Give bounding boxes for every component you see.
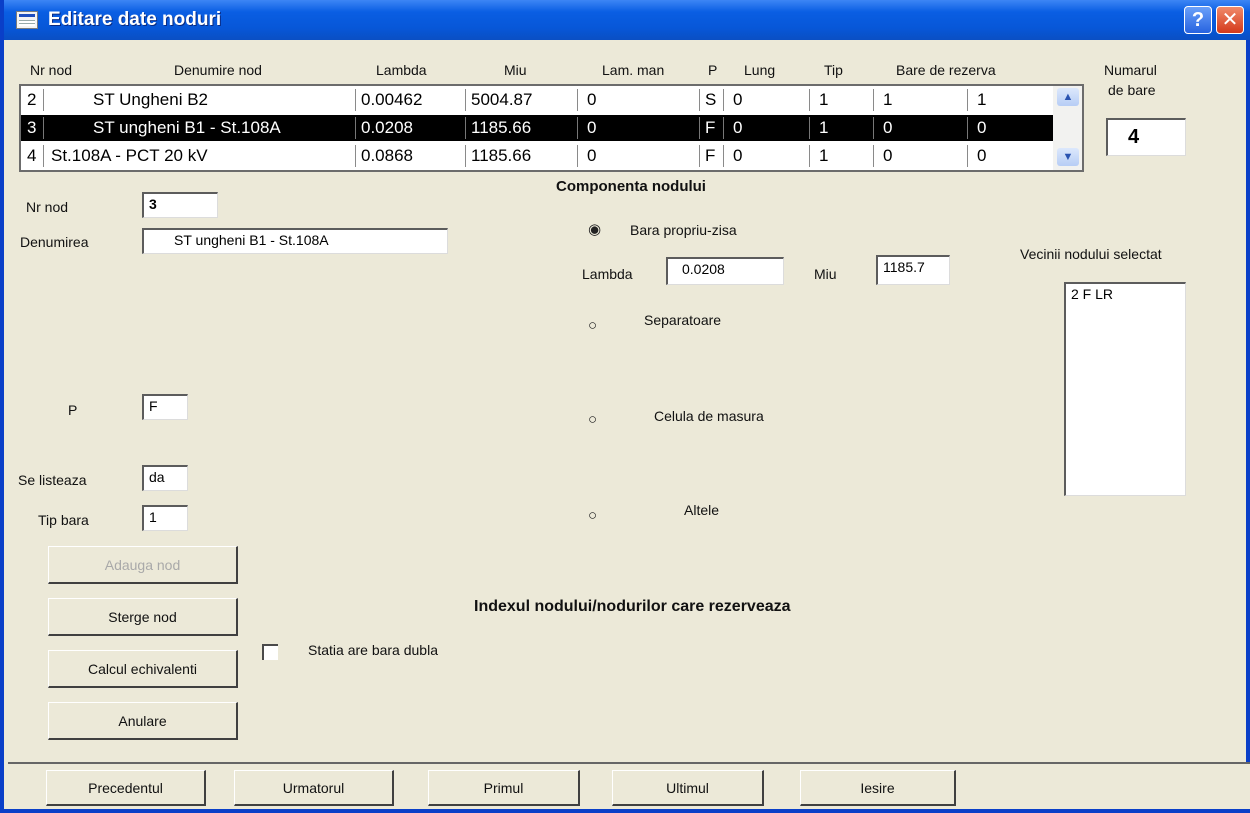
cell-p: F: [705, 146, 716, 165]
lambda-label: Lambda: [582, 266, 633, 282]
radio-label-bara-propriu-zisa: Bara propriu-zisa: [630, 222, 737, 238]
header-denumire-nod: Denumire nod: [174, 62, 262, 78]
cell-p: F: [705, 118, 716, 137]
iesire-button[interactable]: Iesire: [800, 770, 956, 806]
cell-tip: 1: [819, 146, 829, 165]
cell-bara-rezerva-1: 0: [883, 146, 893, 165]
denumirea-label: Denumirea: [20, 234, 89, 250]
header-lam-man: Lam. man: [602, 62, 665, 78]
radio-altele[interactable]: ○: [588, 508, 604, 524]
cell-name: ST Ungheni B2: [93, 90, 208, 109]
title-bar[interactable]: Editare date noduri ? ✕: [4, 0, 1250, 40]
cell-p: S: [705, 90, 717, 109]
nr-nod-label: Nr nod: [26, 199, 69, 215]
radio-label-celula-de-masura: Celula de masura: [654, 408, 764, 424]
radio-separatoare[interactable]: ○: [588, 318, 604, 334]
cell-miu: 1185.66: [471, 146, 532, 165]
numar-bare-label-2: de bare: [1108, 82, 1156, 98]
cell-nr: 3: [27, 118, 37, 137]
anulare-button[interactable]: Anulare: [48, 702, 238, 740]
primul-button[interactable]: Primul: [428, 770, 580, 806]
numar-bare-field[interactable]: 4: [1106, 118, 1186, 156]
cell-lung: 0: [733, 90, 743, 109]
numar-bare-label-1: Numarul: [1104, 62, 1157, 78]
se-listeaza-field[interactable]: da: [142, 465, 188, 491]
edit-nodes-window: Editare date noduri ? ✕ Nr nod Denumire …: [0, 0, 1250, 813]
cell-name: ST ungheni B1 - St.108A: [93, 118, 281, 137]
p-label: P: [68, 402, 78, 418]
chevron-up-icon: ▲: [1062, 91, 1074, 103]
cell-tip: 1: [819, 90, 829, 109]
cell-lam-man: 0: [587, 118, 597, 137]
header-tip: Tip: [824, 62, 843, 78]
cell-lam-man: 0: [587, 146, 597, 165]
table-row[interactable]: 2 ST Ungheni B2 0.00462 5004.87 0 S 0 1 …: [21, 87, 1053, 113]
cell-bara-rezerva-2: 0: [977, 146, 987, 165]
cell-bara-rezerva-2: 1: [977, 90, 987, 109]
list-item[interactable]: 2 F LR: [1071, 286, 1180, 302]
cell-lambda: 0.0208: [361, 118, 413, 137]
scroll-down-button[interactable]: ▼: [1057, 148, 1079, 166]
cell-lambda: 0.0868: [361, 146, 413, 165]
cell-lam-man: 0: [587, 90, 597, 109]
header-lambda: Lambda: [376, 62, 427, 78]
radio-celula-de-masura[interactable]: ○: [588, 412, 604, 428]
nr-nod-field[interactable]: 3: [142, 192, 218, 218]
cell-bara-rezerva-1: 0: [883, 118, 893, 137]
help-button[interactable]: ?: [1184, 6, 1212, 34]
grid-scrollbar[interactable]: ▲ ▼: [1053, 86, 1082, 170]
calcul-echivalenti-button[interactable]: Calcul echivalenti: [48, 650, 238, 688]
statia-dubla-checkbox[interactable]: [262, 644, 278, 660]
cell-nr: 4: [27, 146, 37, 165]
chevron-down-icon: ▼: [1062, 151, 1074, 163]
componenta-title: Componenta nodului: [556, 178, 706, 195]
cell-miu: 5004.87: [471, 90, 533, 109]
radio-label-altele: Altele: [684, 502, 720, 518]
close-icon: ✕: [1221, 9, 1239, 31]
ultimul-button[interactable]: Ultimul: [612, 770, 764, 806]
cell-lung: 0: [733, 118, 743, 137]
scroll-up-button[interactable]: ▲: [1057, 88, 1079, 106]
header-miu: Miu: [504, 62, 527, 78]
table-row[interactable]: 4 St.108A - PCT 20 kV 0.0868 1185.66 0 F…: [21, 143, 1053, 169]
tip-bara-label: Tip bara: [38, 512, 89, 528]
lambda-field[interactable]: 0.0208: [666, 257, 784, 285]
cell-lambda: 0.00462: [361, 90, 423, 109]
navigation-bar: Precedentul Urmatorul Primul Ultimul Ies…: [8, 762, 1250, 809]
radio-bara-propriu-zisa[interactable]: ◉: [588, 222, 604, 238]
radio-label-separatoare: Separatoare: [644, 312, 722, 328]
cell-bara-rezerva-2: 0: [977, 118, 987, 137]
miu-field[interactable]: 1185.7: [876, 255, 950, 285]
miu-label: Miu: [814, 266, 837, 282]
cell-tip: 1: [819, 118, 829, 137]
table-row-selected[interactable]: 3 ST ungheni B1 - St.108A 0.0208 1185.66…: [21, 115, 1053, 141]
header-nr-nod: Nr nod: [30, 62, 73, 78]
denumirea-field[interactable]: ST ungheni B1 - St.108A: [142, 228, 448, 254]
window-title: Editare date noduri: [48, 9, 222, 30]
index-title: Indexul nodului/nodurilor care rezerveaz…: [474, 598, 791, 615]
cell-name: St.108A - PCT 20 kV: [51, 146, 208, 165]
sterge-nod-button[interactable]: Sterge nod: [48, 598, 238, 636]
close-button[interactable]: ✕: [1216, 6, 1244, 34]
question-mark-icon: ?: [1191, 9, 1205, 31]
cell-miu: 1185.66: [471, 118, 532, 137]
tip-bara-field[interactable]: 1: [142, 505, 188, 531]
cell-nr: 2: [27, 90, 37, 109]
window-form-icon: [16, 11, 38, 29]
se-listeaza-label: Se listeaza: [18, 472, 87, 488]
adauga-nod-button[interactable]: Adauga nod: [48, 546, 238, 584]
statia-dubla-label: Statia are bara dubla: [308, 642, 438, 658]
urmatorul-button[interactable]: Urmatorul: [234, 770, 394, 806]
vecini-listbox[interactable]: 2 F LR: [1064, 282, 1186, 496]
precedentul-button[interactable]: Precedentul: [46, 770, 206, 806]
p-field[interactable]: F: [142, 394, 188, 420]
header-bare-de-rezerva: Bare de rezerva: [896, 62, 996, 78]
cell-bara-rezerva-1: 1: [883, 90, 893, 109]
nodes-grid[interactable]: 2 ST Ungheni B2 0.00462 5004.87 0 S 0 1 …: [19, 84, 1084, 172]
header-p: P: [708, 62, 718, 78]
vecini-title: Vecinii nodului selectat: [1020, 246, 1162, 262]
header-lung: Lung: [744, 62, 776, 78]
cell-lung: 0: [733, 146, 743, 165]
